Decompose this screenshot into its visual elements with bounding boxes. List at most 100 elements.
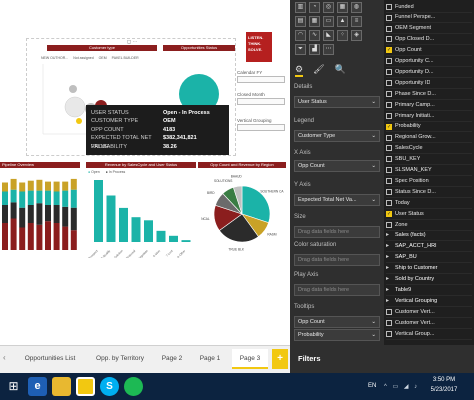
chevron-down-icon[interactable]: ⌄ [371, 330, 376, 340]
chevron-down-icon[interactable]: ⌄ [371, 131, 376, 141]
field-item[interactable]: Primary Initiati... [386, 111, 472, 122]
field-checkbox[interactable] [386, 90, 392, 97]
field-item[interactable]: Vertical Group... [386, 329, 472, 340]
line-chart-icon[interactable]: ∿ [309, 30, 320, 41]
yaxis-well[interactable]: Expected Total Net Va... ⌄ [294, 194, 380, 206]
field-checkbox[interactable] [386, 156, 392, 163]
gauge-icon[interactable]: ◠ [295, 30, 306, 41]
tab-page-2[interactable]: Page 2 [156, 349, 188, 369]
field-item[interactable]: Opp Closed D... [386, 35, 472, 46]
funnel-icon[interactable]: ⏷ [295, 44, 306, 55]
slicer-dropdown[interactable] [237, 98, 285, 105]
spotify-icon[interactable] [124, 377, 143, 396]
field-checkbox[interactable] [386, 330, 392, 337]
field-item[interactable]: Today [386, 198, 472, 209]
chevron-right-icon[interactable]: ▸ [386, 263, 392, 274]
tab-page-1[interactable]: Page 1 [194, 349, 226, 369]
field-item[interactable]: Phase Since D... [386, 89, 472, 100]
map-icon[interactable]: ◍ [351, 2, 362, 13]
xaxis-well[interactable]: Opp Count ⌄ [294, 160, 380, 172]
clock-time[interactable]: 3:50 PM [424, 377, 464, 383]
field-item[interactable]: SBU_KEY [386, 155, 472, 166]
scatter-chart-icon[interactable]: ⁘ [337, 30, 348, 41]
field-item[interactable]: SalesCycle [386, 144, 472, 155]
field-item[interactable]: ✓ Opp Count [386, 46, 472, 57]
pipeline-visual[interactable]: Pipeline Overview [0, 162, 80, 257]
field-checkbox[interactable] [386, 199, 392, 206]
kpi-icon[interactable]: ▲ [337, 16, 348, 27]
filled-map-icon[interactable]: ◈ [351, 30, 362, 41]
field-checkbox[interactable] [386, 221, 392, 228]
chevron-right-icon[interactable]: ▸ [386, 241, 392, 252]
field-table[interactable]: ▸ Sold by Country [386, 274, 472, 285]
tooltip-well-opp-count[interactable]: Opp Count ⌄ [294, 316, 380, 328]
donut-chart-icon[interactable]: ◎ [323, 2, 334, 13]
field-checkbox[interactable] [386, 25, 392, 32]
chevron-down-icon[interactable]: ⌄ [371, 195, 376, 205]
tab-nav-prev[interactable]: ‹ [3, 353, 6, 362]
slicer-dropdown[interactable] [237, 124, 285, 131]
field-checkbox[interactable] [386, 101, 392, 108]
field-checkbox[interactable] [386, 36, 392, 43]
field-checkbox[interactable] [386, 178, 392, 185]
stacked-bar-icon[interactable]: ▥ [295, 2, 306, 13]
field-item[interactable]: ✓ User Status [386, 209, 472, 220]
language-indicator[interactable]: EN [368, 383, 376, 389]
field-checkbox[interactable] [386, 80, 392, 87]
field-checkbox[interactable] [386, 308, 392, 315]
tab-opp-by-territory[interactable]: Opp. by Territory [88, 349, 152, 369]
field-checkbox[interactable] [386, 319, 392, 326]
tab-page-3[interactable]: Page 3 [232, 349, 268, 369]
tray-icons[interactable]: ^ ▭ ◢ ♪ [384, 383, 419, 390]
card-icon[interactable]: ▭ [323, 16, 334, 27]
chevron-down-icon[interactable]: ⌄ [371, 161, 376, 171]
tooltip-well-probability[interactable]: Probability ⌄ [294, 329, 380, 341]
field-table[interactable]: ▸ Sales (facts) [386, 231, 472, 242]
field-checkbox[interactable] [386, 189, 392, 196]
size-well[interactable]: Drag data fields here [294, 226, 380, 238]
chevron-right-icon[interactable]: ▸ [386, 296, 392, 307]
field-table[interactable]: ▸ SAP_BU [386, 253, 472, 264]
field-item[interactable]: SLSMAN_KEY [386, 166, 472, 176]
field-item[interactable]: Opportunity ID [386, 78, 472, 89]
chevron-down-icon[interactable]: ⌄ [371, 317, 376, 327]
custom-visual-icon[interactable]: ⋯ [323, 44, 334, 55]
slicer-vertical-grouping[interactable]: Vertical Grouping [237, 118, 285, 131]
pie-chart-icon[interactable]: ◔ [309, 2, 320, 13]
details-well[interactable]: User Status ⌄ [294, 96, 380, 108]
field-checkbox[interactable] [386, 14, 392, 21]
waterfall-icon[interactable]: ▟ [309, 44, 320, 55]
internet-explorer-icon[interactable]: e [28, 377, 47, 396]
field-table[interactable]: ▸ Ship to Customer [386, 264, 472, 275]
region-visual[interactable]: Opp Count and Revenue by Region SOUTHERN… [198, 162, 286, 257]
field-checkbox[interactable] [386, 58, 392, 65]
field-item[interactable]: Opportunity C... [386, 57, 472, 67]
start-button[interactable]: ⊞ [4, 377, 23, 396]
tab-opportunities-list[interactable]: Opportunities List [16, 349, 84, 369]
analytics-icon[interactable]: 🔍 [335, 64, 346, 77]
field-checkbox[interactable]: ✓ [386, 123, 392, 130]
slicer-calendar-fy[interactable]: Calendar FY [237, 70, 285, 83]
field-table[interactable]: ▸ Vertical Grouping [386, 296, 472, 307]
chevron-down-icon[interactable]: ⌄ [371, 97, 376, 107]
legend-well[interactable]: Customer Type ⌄ [294, 130, 380, 142]
field-checkbox[interactable]: ✓ [386, 210, 392, 217]
power-bi-icon[interactable] [76, 377, 95, 396]
field-item[interactable]: Customer Vert... [386, 318, 472, 329]
slicer-closed-month[interactable]: Closed Month [237, 92, 285, 105]
field-table[interactable]: ▸ SAP_ACCT_HRI [386, 242, 472, 253]
table-icon[interactable]: ▤ [295, 16, 306, 27]
field-checkbox[interactable] [386, 69, 392, 76]
field-item[interactable]: Spec Position [386, 176, 472, 187]
focus-mode-icon[interactable]: ◻ ⋯ [127, 39, 138, 45]
chevron-right-icon[interactable]: ▸ [386, 274, 392, 285]
area-chart-icon[interactable]: ◣ [323, 30, 334, 41]
field-item[interactable]: Primary Camp... [386, 100, 472, 111]
revenue-salescycle-visual[interactable]: Revenue by SalesCycle and User Status ● … [86, 162, 196, 258]
chevron-right-icon[interactable]: ▸ [386, 285, 392, 296]
field-table[interactable]: ▸ Table9 [386, 285, 472, 296]
file-explorer-icon[interactable] [52, 377, 71, 396]
chevron-right-icon[interactable]: ▸ [386, 252, 392, 263]
clock-date[interactable]: 5/23/2017 [424, 387, 464, 393]
field-checkbox[interactable] [386, 3, 392, 10]
